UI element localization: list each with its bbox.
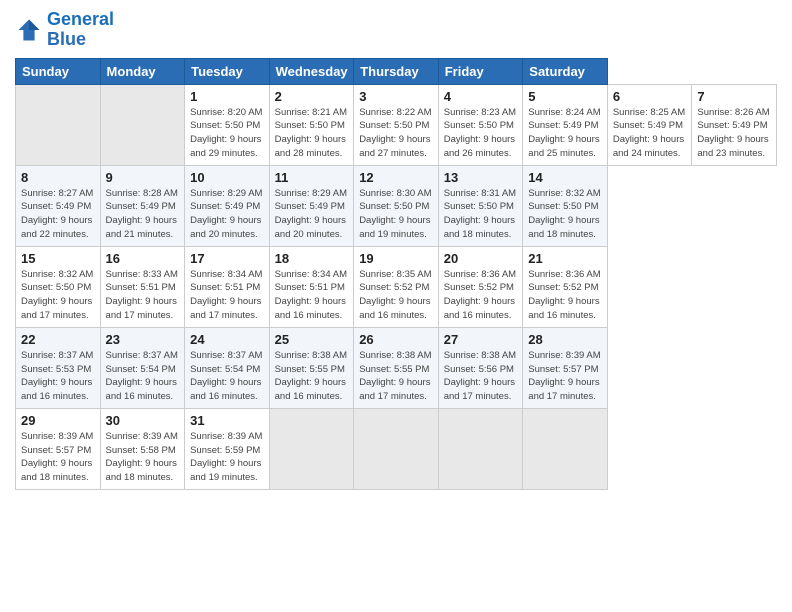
col-header-saturday: Saturday [523,58,608,84]
empty-cell [438,408,523,489]
day-cell-15: 15Sunrise: 8:32 AMSunset: 5:50 PMDayligh… [16,246,101,327]
empty-cell [523,408,608,489]
day-cell-22: 22Sunrise: 8:37 AMSunset: 5:53 PMDayligh… [16,327,101,408]
day-cell-13: 13Sunrise: 8:31 AMSunset: 5:50 PMDayligh… [438,165,523,246]
day-cell-28: 28Sunrise: 8:39 AMSunset: 5:57 PMDayligh… [523,327,608,408]
day-cell-20: 20Sunrise: 8:36 AMSunset: 5:52 PMDayligh… [438,246,523,327]
calendar-table: SundayMondayTuesdayWednesdayThursdayFrid… [15,58,777,490]
day-cell-8: 8Sunrise: 8:27 AMSunset: 5:49 PMDaylight… [16,165,101,246]
col-header-thursday: Thursday [354,58,439,84]
day-cell-17: 17Sunrise: 8:34 AMSunset: 5:51 PMDayligh… [185,246,270,327]
logo: General Blue [15,10,114,50]
day-cell-24: 24Sunrise: 8:37 AMSunset: 5:54 PMDayligh… [185,327,270,408]
day-cell-18: 18Sunrise: 8:34 AMSunset: 5:51 PMDayligh… [269,246,354,327]
day-cell-31: 31Sunrise: 8:39 AMSunset: 5:59 PMDayligh… [185,408,270,489]
day-cell-10: 10Sunrise: 8:29 AMSunset: 5:49 PMDayligh… [185,165,270,246]
day-cell-4: 4Sunrise: 8:23 AMSunset: 5:50 PMDaylight… [438,84,523,165]
day-cell-21: 21Sunrise: 8:36 AMSunset: 5:52 PMDayligh… [523,246,608,327]
day-cell-2: 2Sunrise: 8:21 AMSunset: 5:50 PMDaylight… [269,84,354,165]
day-cell-5: 5Sunrise: 8:24 AMSunset: 5:49 PMDaylight… [523,84,608,165]
col-header-friday: Friday [438,58,523,84]
day-cell-3: 3Sunrise: 8:22 AMSunset: 5:50 PMDaylight… [354,84,439,165]
day-cell-19: 19Sunrise: 8:35 AMSunset: 5:52 PMDayligh… [354,246,439,327]
day-cell-12: 12Sunrise: 8:30 AMSunset: 5:50 PMDayligh… [354,165,439,246]
day-cell-26: 26Sunrise: 8:38 AMSunset: 5:55 PMDayligh… [354,327,439,408]
day-cell-7: 7Sunrise: 8:26 AMSunset: 5:49 PMDaylight… [692,84,777,165]
day-cell-30: 30Sunrise: 8:39 AMSunset: 5:58 PMDayligh… [100,408,185,489]
header: General Blue [15,10,777,50]
col-header-tuesday: Tuesday [185,58,270,84]
empty-cell [354,408,439,489]
col-header-sunday: Sunday [16,58,101,84]
day-cell-9: 9Sunrise: 8:28 AMSunset: 5:49 PMDaylight… [100,165,185,246]
empty-cell [269,408,354,489]
day-cell-11: 11Sunrise: 8:29 AMSunset: 5:49 PMDayligh… [269,165,354,246]
empty-cell [100,84,185,165]
day-cell-16: 16Sunrise: 8:33 AMSunset: 5:51 PMDayligh… [100,246,185,327]
day-cell-1: 1Sunrise: 8:20 AMSunset: 5:50 PMDaylight… [185,84,270,165]
col-header-monday: Monday [100,58,185,84]
day-cell-25: 25Sunrise: 8:38 AMSunset: 5:55 PMDayligh… [269,327,354,408]
day-cell-14: 14Sunrise: 8:32 AMSunset: 5:50 PMDayligh… [523,165,608,246]
calendar-container: General Blue SundayMondayTuesdayWednesda… [0,0,792,612]
day-cell-6: 6Sunrise: 8:25 AMSunset: 5:49 PMDaylight… [607,84,692,165]
logo-text: General Blue [47,10,114,50]
day-cell-23: 23Sunrise: 8:37 AMSunset: 5:54 PMDayligh… [100,327,185,408]
day-cell-29: 29Sunrise: 8:39 AMSunset: 5:57 PMDayligh… [16,408,101,489]
logo-icon [15,16,43,44]
day-cell-27: 27Sunrise: 8:38 AMSunset: 5:56 PMDayligh… [438,327,523,408]
empty-cell [16,84,101,165]
col-header-wednesday: Wednesday [269,58,354,84]
